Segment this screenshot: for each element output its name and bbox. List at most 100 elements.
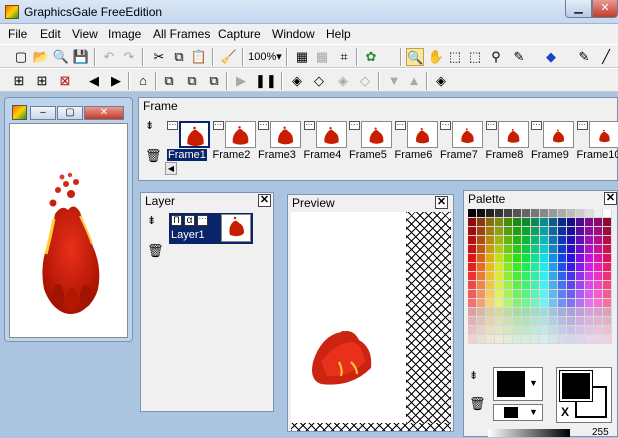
frame-options-toggle[interactable]: ··· (258, 121, 269, 130)
palette-swatch[interactable] (585, 263, 594, 272)
canvas-close-button[interactable]: ✕ (84, 106, 124, 120)
undo-icon[interactable]: ↶ (100, 48, 118, 66)
add-frame-icon[interactable]: ⊞ (33, 72, 51, 90)
paste-icon[interactable]: 📋 (190, 48, 208, 66)
palette-swatch[interactable] (495, 227, 504, 236)
palette-swatch[interactable] (504, 317, 513, 326)
palette-swatch[interactable] (558, 299, 567, 308)
palette-swatch[interactable] (603, 308, 612, 317)
palette-swatch[interactable] (594, 290, 603, 299)
palette-swatch[interactable] (486, 281, 495, 290)
palette-swatch[interactable] (504, 326, 513, 335)
palette-swatch[interactable] (567, 227, 576, 236)
menu-window[interactable]: Window (272, 27, 315, 41)
palette-swatch[interactable] (477, 335, 486, 344)
zoom-select[interactable]: 100%▾ (248, 48, 282, 66)
canvas-minimize-button[interactable]: – (30, 106, 56, 120)
palette-swatch[interactable] (594, 335, 603, 344)
palette-swatch[interactable] (558, 290, 567, 299)
palette-swatch[interactable] (558, 218, 567, 227)
palette-swatch[interactable] (576, 263, 585, 272)
frame-pin-icon[interactable]: ⇟ (145, 119, 154, 132)
palette-swatch[interactable] (531, 263, 540, 272)
palette-swatch[interactable] (531, 272, 540, 281)
palette-swatch[interactable] (513, 290, 522, 299)
palette-swatch[interactable] (522, 263, 531, 272)
frame-item[interactable]: ···Frame4 (304, 121, 348, 161)
palette-swatch[interactable] (558, 308, 567, 317)
rect-select-icon[interactable]: ⬚ (446, 48, 464, 66)
palette-swatch[interactable] (468, 281, 477, 290)
palette-swatch[interactable] (513, 281, 522, 290)
palette-swatch[interactable] (495, 272, 504, 281)
palette-swatch[interactable] (549, 254, 558, 263)
palette-swatch[interactable] (513, 236, 522, 245)
palette-swatch[interactable] (522, 335, 531, 344)
menu-all-frames[interactable]: All Frames (153, 27, 210, 41)
palette-swatch[interactable] (576, 281, 585, 290)
prev-frame-icon[interactable]: ◀ (85, 72, 103, 90)
palette-swatch[interactable] (531, 236, 540, 245)
line-icon[interactable]: ╱ (597, 48, 615, 66)
palette-swatch[interactable] (549, 299, 558, 308)
new-file-icon[interactable]: ▢ (12, 48, 30, 66)
palette-swatch[interactable] (585, 308, 594, 317)
palette-swatch[interactable] (594, 308, 603, 317)
palette-swatch[interactable] (567, 236, 576, 245)
palette-swatch[interactable] (486, 326, 495, 335)
palette-swatch[interactable] (594, 254, 603, 263)
palette-swatch[interactable] (504, 209, 513, 218)
frame-options-toggle[interactable]: ··· (213, 121, 224, 130)
frame-item[interactable]: ···Frame10 (577, 121, 618, 161)
palette-swatch[interactable] (594, 236, 603, 245)
palette-swatch[interactable] (576, 227, 585, 236)
layer-alpha-toggle[interactable]: α (184, 215, 195, 226)
palette-swatch[interactable] (585, 299, 594, 308)
palette-swatch[interactable] (486, 335, 495, 344)
palette-swatch[interactable] (603, 317, 612, 326)
menu-image[interactable]: Image (108, 27, 141, 41)
lasso-select-icon[interactable]: ⬚ (466, 48, 484, 66)
palette-swatch[interactable] (540, 308, 549, 317)
preview-close-button[interactable]: ✕ (435, 196, 448, 209)
palette-swatch[interactable] (585, 317, 594, 326)
palette-swatch[interactable] (468, 236, 477, 245)
palette-swatch[interactable] (576, 290, 585, 299)
palette-swatch[interactable] (477, 254, 486, 263)
palette-swatch[interactable] (477, 209, 486, 218)
insert-frame-icon[interactable]: ⊞ (10, 72, 28, 90)
palette-swatch[interactable] (486, 236, 495, 245)
cut-icon[interactable]: ✂ (150, 48, 168, 66)
palette-swatch[interactable] (495, 326, 504, 335)
palette-swatch[interactable] (522, 227, 531, 236)
palette-swatch[interactable] (468, 290, 477, 299)
palette-swatch[interactable] (513, 245, 522, 254)
palette-swatch[interactable] (486, 308, 495, 317)
palette-swatch[interactable] (567, 254, 576, 263)
menu-file[interactable]: File (8, 27, 27, 41)
palette-swatch[interactable] (504, 299, 513, 308)
palette-swatch[interactable] (522, 317, 531, 326)
palette-swatch[interactable] (603, 281, 612, 290)
palette-swatch[interactable] (468, 308, 477, 317)
frame-options-toggle[interactable]: ··· (577, 121, 588, 130)
pause-icon[interactable]: ❚❚ (255, 72, 273, 90)
palette-swatch[interactable] (603, 254, 612, 263)
palette-swatch[interactable] (486, 209, 495, 218)
palette-swatch[interactable] (585, 272, 594, 281)
menu-capture[interactable]: Capture (218, 27, 261, 41)
palette-swatch[interactable] (495, 263, 504, 272)
palette-swatch[interactable] (513, 326, 522, 335)
palette-swatch[interactable] (540, 326, 549, 335)
palette-swatch[interactable] (531, 254, 540, 263)
frame-options-toggle[interactable]: ··· (349, 121, 360, 130)
frame-trash-icon[interactable]: 🗑 (145, 148, 162, 164)
close-button[interactable]: ✕ (592, 0, 618, 18)
layer-up-icon[interactable]: ▲ (405, 72, 423, 90)
palette-swatch[interactable] (477, 308, 486, 317)
value-slider[interactable] (488, 429, 570, 437)
palette-swatch[interactable] (567, 317, 576, 326)
palette-swatch[interactable] (513, 254, 522, 263)
canvas-restore-button[interactable]: ▢ (57, 106, 83, 120)
palette-swatch[interactable] (468, 209, 477, 218)
